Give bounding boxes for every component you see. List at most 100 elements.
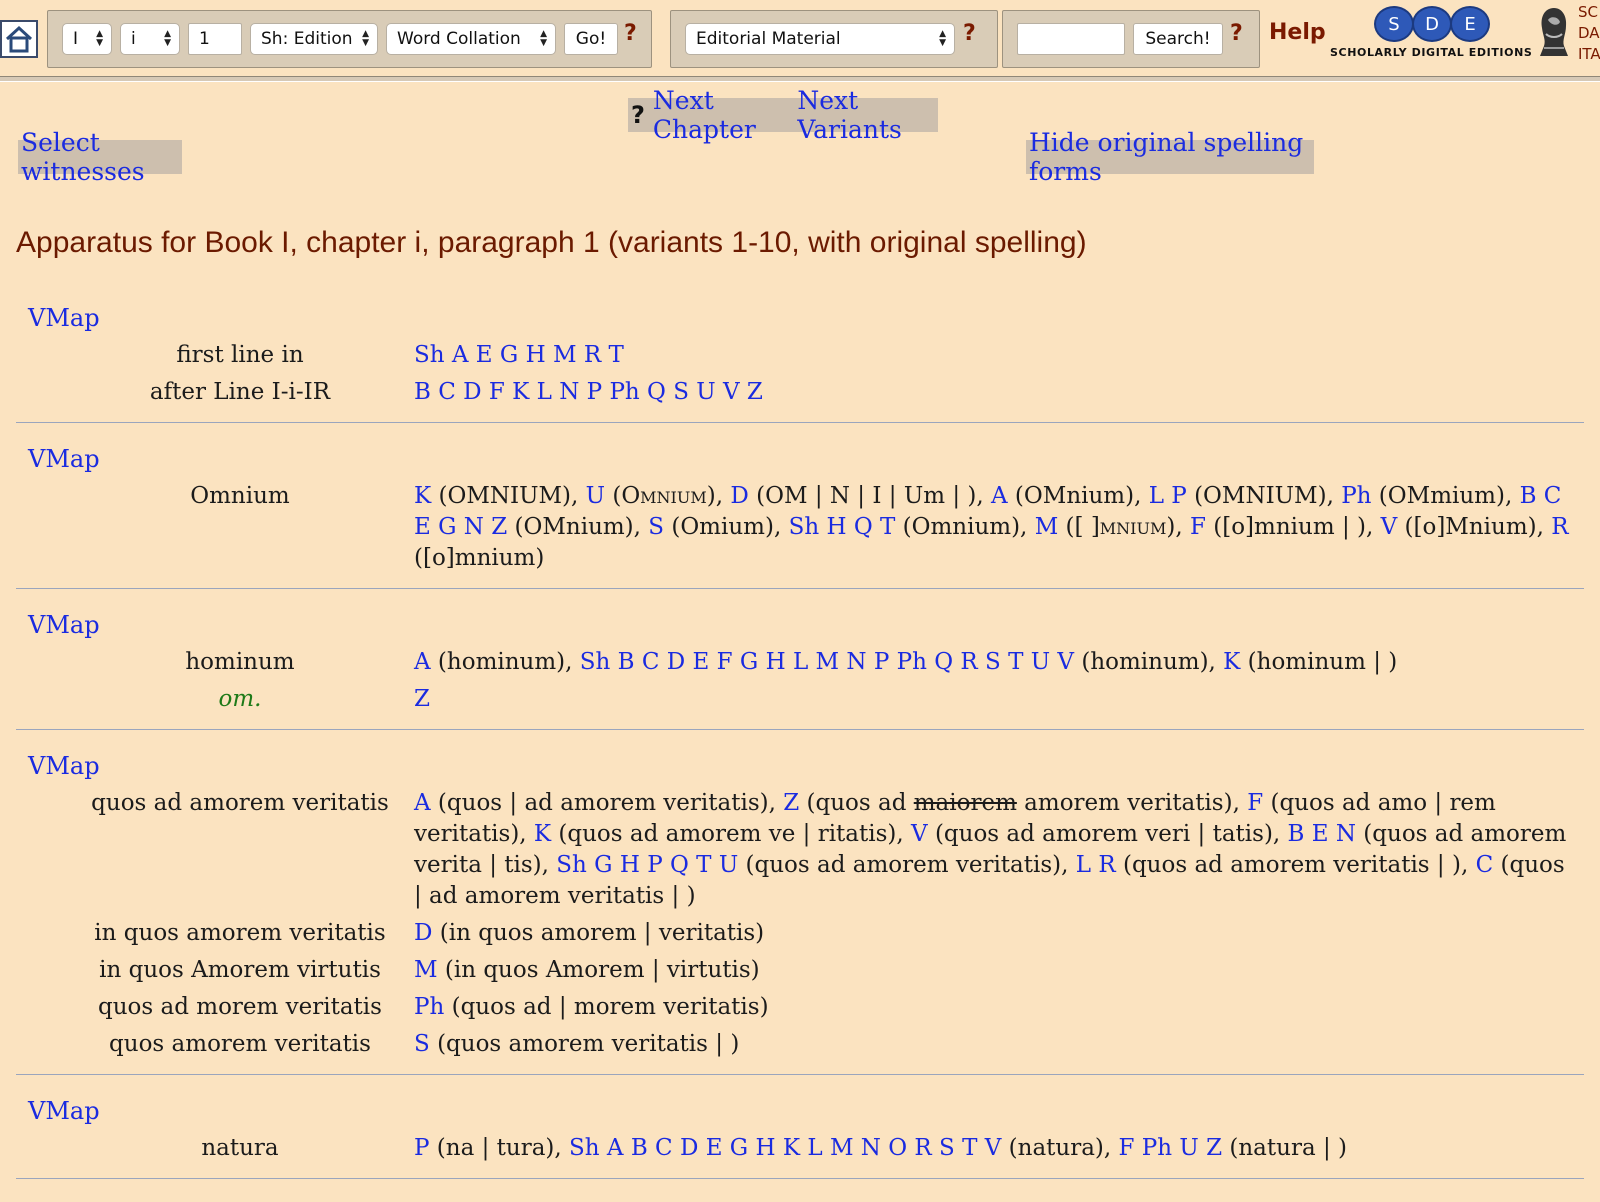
editorial-select[interactable]: Editorial Material ▲ ▼ — [685, 23, 955, 55]
vmap-link[interactable]: VMap — [28, 748, 1584, 788]
variant-readings: A (quos | ad amorem veritatis), Z (quos … — [406, 788, 1584, 912]
witness-sigla-link[interactable]: A — [991, 483, 1008, 509]
witness-sigla-link[interactable]: M — [1035, 514, 1059, 540]
search-button-label: Search! — [1145, 29, 1211, 49]
select-witnesses-link[interactable]: Select witnesses — [21, 128, 179, 186]
witness-sigla-link[interactable]: Sh B C D E F G H L M N P Ph Q R S T U V — [580, 649, 1074, 675]
witness-sigla-link[interactable]: R — [1551, 514, 1568, 540]
reading-text: (OMmium), — [1371, 483, 1520, 509]
reading-text: (quos ad amorem veritatis), — [738, 852, 1076, 878]
vmap-link[interactable]: VMap — [28, 607, 1584, 647]
nav-help-icon[interactable]: ? — [631, 101, 645, 129]
witness-sigla-link[interactable]: Sh H Q T — [789, 514, 896, 540]
witness-sigla-link[interactable]: F — [1247, 790, 1263, 816]
view-select[interactable]: Word Collation ▲ ▼ — [386, 23, 556, 55]
witness-sigla-link[interactable]: Ph — [1341, 483, 1371, 509]
reading-text-smallcaps: mnium — [1099, 514, 1167, 540]
hide-spelling-link[interactable]: Hide original spelling forms — [1029, 128, 1311, 186]
vmap-link[interactable]: VMap — [28, 1093, 1584, 1133]
variant-lemma: in quos Amorem virtutis — [99, 957, 381, 983]
search-help-icon[interactable]: ? — [1230, 21, 1243, 46]
reading-text: (quos ad | morem veritatis) — [444, 994, 769, 1020]
chapter-select[interactable]: i ▲ ▼ — [120, 23, 180, 55]
witness-sigla-link[interactable]: L R — [1076, 852, 1116, 878]
go-button[interactable]: Go! — [564, 23, 618, 55]
search-panel: Search! ? — [1002, 10, 1260, 68]
paragraph-input[interactable]: 1 — [188, 23, 242, 55]
vmap-link[interactable]: VMap — [28, 441, 1584, 481]
reading-text: (OM | N | I | Um | ), — [748, 483, 991, 509]
variant-row: in quos Amorem virtutis M (in quos Amorem… — [16, 955, 1584, 986]
search-button[interactable]: Search! — [1133, 23, 1223, 55]
toolbar-divider — [0, 76, 1600, 82]
witness-sigla-link[interactable]: Z — [783, 790, 799, 816]
variant-readings: A (hominum), Sh B C D E F G H L M N P Ph… — [406, 647, 1584, 678]
witness-sigla-link[interactable]: A — [414, 790, 431, 816]
witness-sigla-link[interactable]: B E N — [1288, 821, 1356, 847]
toolbar: I ▲ ▼ i ▲ ▼ 1 Sh: Edition ▲ ▼ Word Collatio… — [0, 0, 1600, 78]
next-chapter-link[interactable]: Next Chapter — [653, 86, 789, 144]
vmap-link[interactable]: VMap — [28, 300, 1584, 340]
witness-sigla-link[interactable]: K — [414, 483, 431, 509]
navigation-help-icon[interactable]: ? — [624, 21, 637, 46]
reading-text-deleted: maiorem — [913, 790, 1017, 816]
reading-text-smallcaps: Omnium — [621, 483, 707, 509]
reading-text: (hominum), — [1074, 649, 1224, 675]
witness-sigla-link[interactable]: Sh A B C D E G H K L M N O R S T V — [569, 1135, 1001, 1161]
witness-sigla-link[interactable]: Ph — [414, 994, 444, 1020]
witness-sigla-link[interactable]: V — [1381, 514, 1398, 540]
witness-sigla-link[interactable]: U — [586, 483, 605, 509]
witness-sigla-link[interactable]: C — [1476, 852, 1494, 878]
hide-spelling-box: Hide original spelling forms — [1026, 128, 1314, 186]
book-select[interactable]: I ▲ ▼ — [62, 23, 112, 55]
witness-sigla-link[interactable]: B C D F K L N P Ph Q S U V Z — [414, 379, 763, 405]
next-variants-link[interactable]: Next Variants — [797, 86, 935, 144]
witness-sigla-link[interactable]: F — [1190, 514, 1206, 540]
apparatus-entry: VMap quos ad amorem veritatis A (quos | ad… — [16, 748, 1584, 1075]
select-arrows-icon: ▲ ▼ — [164, 29, 171, 48]
witness-sigla-link[interactable]: S — [648, 514, 664, 540]
witness-sigla-link[interactable]: A — [414, 649, 431, 675]
sde-logo[interactable]: S D E SCHOLARLY DIGITAL EDITIONS — [1330, 4, 1532, 64]
witness-sigla-link[interactable]: Sh G H P Q T U — [556, 852, 738, 878]
view-select-value: Word Collation — [397, 29, 521, 49]
reading-text: (OMNIUM), — [431, 483, 586, 509]
variant-row: first line in Sh A E G H M R T — [16, 340, 1584, 371]
variant-row: hominum A (hominum), Sh B C D E F G H L M… — [16, 647, 1584, 678]
logo-letter-e: E — [1450, 6, 1490, 42]
witness-sigla-link[interactable]: S — [414, 1031, 430, 1057]
witness-sigla-link[interactable]: V — [911, 821, 928, 847]
logo-letter-d: D — [1412, 6, 1452, 42]
reading-text: ([o]mnium | ), — [1205, 514, 1381, 540]
witness-sigla-link[interactable]: D — [730, 483, 748, 509]
help-link[interactable]: Help — [1269, 20, 1326, 45]
edition-select[interactable]: Sh: Edition ▲ ▼ — [250, 23, 378, 55]
witness-sigla-link[interactable]: Sh A E G H M R T — [414, 342, 624, 368]
variant-row: quos ad morem veritatis Ph (quos ad | mor… — [16, 992, 1584, 1023]
witness-sigla-link[interactable]: D — [414, 920, 432, 946]
variant-row: Omnium K (OMNIUM), U (Omnium), D (OM | N … — [16, 481, 1584, 574]
witness-sigla-link[interactable]: Z — [414, 686, 430, 712]
variant-lemma: quos amorem veritatis — [109, 1031, 371, 1057]
search-input[interactable] — [1017, 23, 1125, 55]
select-arrows-icon: ▲ ▼ — [540, 29, 547, 48]
variant-row: om. Z — [16, 684, 1584, 715]
page-title: Apparatus for Book I, chapter i, paragra… — [16, 226, 1087, 259]
logo-tagline: SCHOLARLY DIGITAL EDITIONS — [1330, 46, 1533, 59]
witness-sigla-link[interactable]: L P — [1149, 483, 1187, 509]
witness-sigla-link[interactable]: P — [414, 1135, 429, 1161]
edge-text-line: ITA — [1578, 45, 1600, 63]
witness-sigla-link[interactable]: K — [534, 821, 551, 847]
editorial-help-icon[interactable]: ? — [963, 21, 976, 46]
home-button[interactable] — [0, 20, 38, 58]
witness-sigla-link[interactable]: M — [414, 957, 438, 983]
witness-sigla-link[interactable]: K — [1223, 649, 1240, 675]
reading-text: (natura), — [1001, 1135, 1119, 1161]
editorial-panel: Editorial Material ▲ ▼ ? — [670, 10, 998, 68]
edge-text-line: DA — [1578, 24, 1600, 42]
witness-sigla-link[interactable]: F Ph U Z — [1119, 1135, 1223, 1161]
variant-readings: S (quos amorem veritatis | ) — [406, 1029, 1584, 1060]
logo-letter-s: S — [1374, 6, 1414, 42]
variant-lemma: hominum — [185, 649, 295, 675]
reading-text: (quos | ad amorem veritatis), — [430, 790, 784, 816]
